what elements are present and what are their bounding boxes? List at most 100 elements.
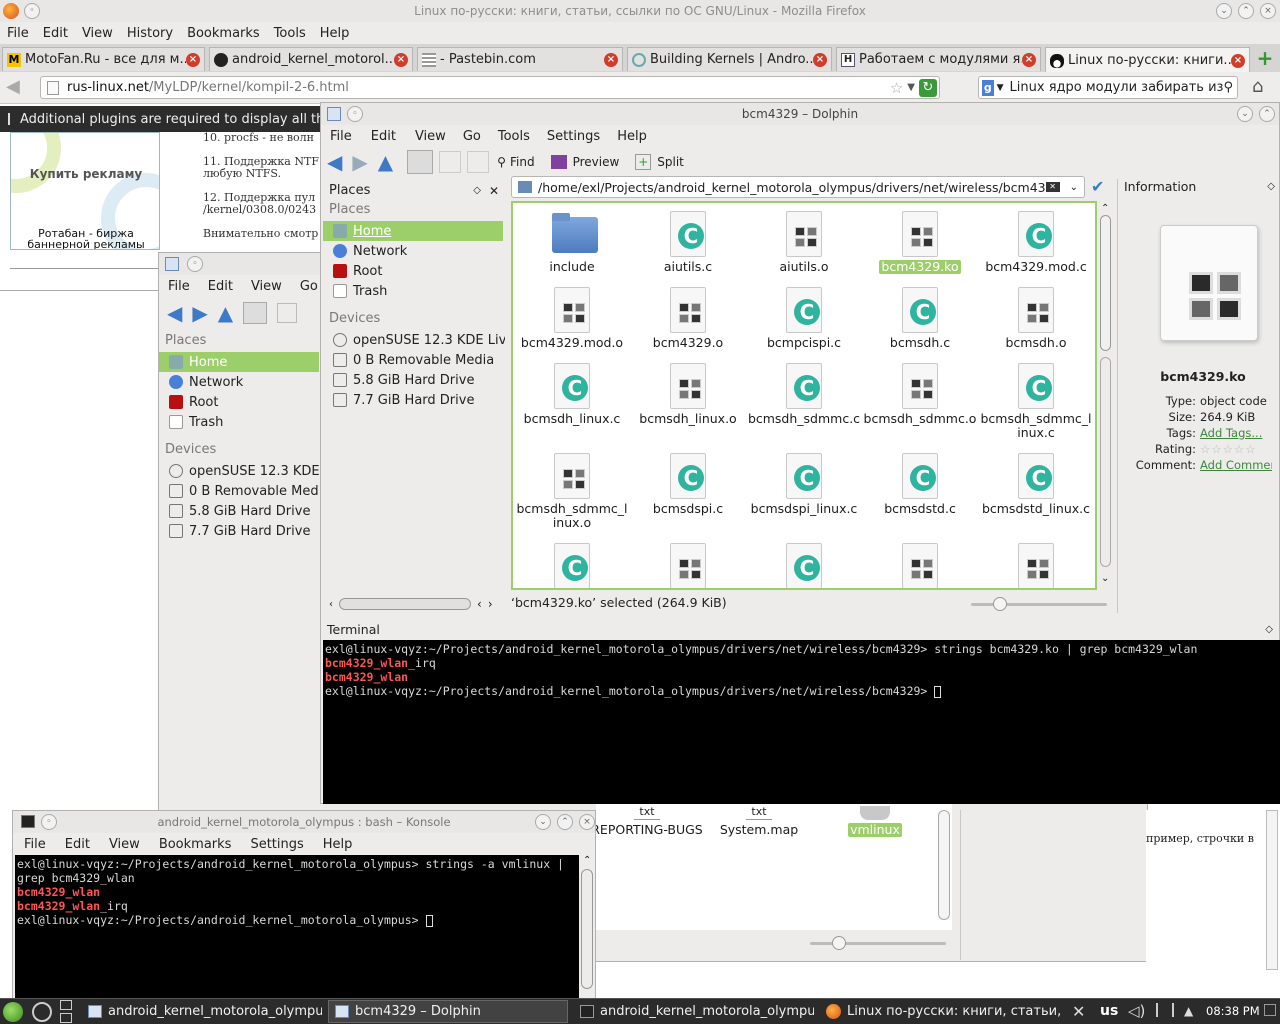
window-menu-button[interactable]: ◦ xyxy=(41,814,57,830)
scroll-left-icon[interactable]: ‹ xyxy=(477,597,482,611)
menu-file[interactable]: File xyxy=(159,279,199,294)
menu-bookmarks[interactable]: Bookmarks xyxy=(180,26,267,41)
dolphin-terminal[interactable]: exl@linux-vqyz:~/Projects/android_kernel… xyxy=(323,640,1280,804)
menu-view[interactable]: View xyxy=(403,129,453,144)
close-button[interactable]: × xyxy=(1260,3,1276,19)
place-home[interactable]: Home xyxy=(159,352,319,372)
window-menu-button[interactable]: ◦ xyxy=(187,256,203,272)
new-tab-button[interactable]: + xyxy=(1256,48,1274,68)
task-firefox[interactable]: Linux по-русски: книги, статьи, с xyxy=(820,1000,1060,1023)
file-item[interactable]: bcmsdh_sdmmc.o xyxy=(863,363,977,426)
add-tags-link[interactable]: Add Tags... xyxy=(1200,425,1262,441)
scroll-handle[interactable] xyxy=(581,869,593,989)
status-zoom-slider[interactable] xyxy=(971,597,1107,611)
location-dropdown-icon[interactable]: ⌄ xyxy=(1070,182,1078,193)
ad-banner[interactable]: Купить рекламу Ротабан - биржа баннерной… xyxy=(10,132,160,250)
details-view-icon[interactable] xyxy=(467,151,490,173)
menu-help[interactable]: Help xyxy=(313,26,357,41)
window-menu-button[interactable]: ◦ xyxy=(24,3,40,19)
places-hscrollbar[interactable]: ‹ ‹ › xyxy=(329,597,509,611)
file-item[interactable]: Cbcmsdstd_linux.c xyxy=(979,453,1093,516)
minimize-button[interactable]: ⌄ xyxy=(535,814,551,830)
tab-rus-linux[interactable]: Linux по-русски: книги... × xyxy=(1045,47,1250,73)
firefox-scrollbar[interactable] xyxy=(1266,810,1278,970)
minimize-button[interactable]: ⌄ xyxy=(1216,3,1232,19)
file-item[interactable]: Cbcmsdh_sdmmc_linux.c xyxy=(979,363,1093,440)
menu-file[interactable]: File xyxy=(0,26,36,41)
menu-view[interactable]: View xyxy=(242,279,291,294)
menu-help[interactable]: Help xyxy=(607,129,654,144)
tab-close-icon[interactable]: × xyxy=(394,52,408,67)
file-item[interactable] xyxy=(979,543,1093,588)
file-view-scrollbar[interactable]: ⌃ ⌄ xyxy=(1099,201,1113,590)
place-trash[interactable]: Trash xyxy=(159,412,319,432)
menu-history[interactable]: History xyxy=(120,26,180,41)
icons-view-icon[interactable] xyxy=(243,302,268,324)
search-box[interactable]: g ▼ Linux ядро модули забирать из ⚲ xyxy=(978,76,1238,99)
search-engine-dropdown-icon[interactable]: ▼ xyxy=(997,83,1004,93)
zoom-slider[interactable] xyxy=(810,936,946,950)
menu-bookmarks[interactable]: Bookmarks xyxy=(147,837,239,852)
konsole-scrollbar[interactable]: ⌃ xyxy=(579,855,595,999)
back-arrow-icon[interactable]: ◀ xyxy=(167,301,182,325)
device-hdd-7-7[interactable]: 7.7 GiB Hard Drive xyxy=(323,390,505,410)
panel-toolbox-icon[interactable] xyxy=(1264,1004,1276,1016)
clear-location-icon[interactable]: ✕ xyxy=(1045,182,1060,192)
file-item[interactable]: C xyxy=(747,543,861,588)
file-item[interactable]: vmlinux xyxy=(818,806,932,837)
file-item[interactable]: Cbcmpcispi.c xyxy=(747,287,861,350)
panel-options-icon[interactable]: ◇ xyxy=(1267,181,1275,192)
tab-building-kernels[interactable]: Building Kernels | Andro... × xyxy=(627,47,832,71)
place-trash[interactable]: Trash xyxy=(323,281,505,301)
tab-close-icon[interactable]: × xyxy=(604,52,618,67)
plugin-notification-bar[interactable]: Additional plugins are required to displ… xyxy=(0,106,320,132)
tab-close-icon[interactable]: × xyxy=(813,52,827,67)
file-item[interactable]: Cbcmsdspi.c xyxy=(631,453,745,516)
tab-habr[interactable]: H Работаем с модулями я... × xyxy=(836,47,1041,71)
scroll-right-icon[interactable]: › xyxy=(488,597,493,611)
place-network[interactable]: Network xyxy=(323,241,505,261)
file-item[interactable]: Cbcmsdh.c xyxy=(863,287,977,350)
device-removable[interactable]: 0 B Removable Media xyxy=(159,481,319,501)
file-item[interactable]: bcm4329.ko xyxy=(863,211,977,274)
tray-expand-icon[interactable]: ▲ xyxy=(1184,1004,1193,1018)
file-item[interactable]: txt REPORTING-BUGS xyxy=(582,806,712,837)
scroll-down-icon[interactable]: ⌄ xyxy=(1101,573,1109,584)
back-arrow-icon[interactable]: ◀ xyxy=(327,150,342,174)
file-item[interactable]: txt System.map xyxy=(702,806,816,837)
google-icon[interactable]: g xyxy=(982,79,994,96)
keyboard-layout[interactable]: us xyxy=(1100,1003,1118,1019)
menu-edit[interactable]: Edit xyxy=(36,26,75,41)
tab-close-icon[interactable]: × xyxy=(1022,52,1036,67)
device-hdd-7-7[interactable]: 7.7 GiB Hard Drive xyxy=(159,521,319,541)
url-dropdown-icon[interactable]: ▼ xyxy=(907,82,915,93)
tab-github[interactable]: android_kernel_motorol... × xyxy=(209,47,413,71)
menu-edit[interactable]: Edit xyxy=(359,129,403,144)
menu-settings[interactable]: Settings xyxy=(238,837,310,852)
preview-button[interactable]: Preview xyxy=(573,155,620,169)
place-root[interactable]: Root xyxy=(323,261,505,281)
app-launcher-icon[interactable] xyxy=(3,1002,23,1022)
activities-icon[interactable] xyxy=(32,1002,52,1022)
location-path[interactable]: /home/exl/Projects/android_kernel_motoro… xyxy=(538,180,1046,195)
maximize-button[interactable]: ⌃ xyxy=(1259,106,1275,122)
menu-help[interactable]: Help xyxy=(311,837,360,852)
place-network[interactable]: Network xyxy=(159,372,319,392)
rating-stars[interactable]: ☆☆☆☆☆ xyxy=(1200,441,1257,457)
device-opensuse[interactable]: openSUSE 12.3 KDE Li xyxy=(159,461,319,481)
url-bar[interactable]: rus-linux.net/MyLDP/kernel/kompil-2-6.ht… xyxy=(40,76,940,99)
find-button[interactable]: Find xyxy=(510,155,535,169)
battery-icon[interactable] xyxy=(1156,1003,1174,1017)
scroll-handle[interactable] xyxy=(1100,215,1111,351)
tab-close-icon[interactable]: × xyxy=(1231,53,1245,68)
home-icon[interactable]: ⌂ xyxy=(1252,78,1272,98)
close-button[interactable]: × xyxy=(579,814,595,830)
panel-close-icon[interactable]: ✕ xyxy=(489,184,499,198)
minimize-button[interactable]: ⌄ xyxy=(1237,106,1253,122)
window-menu-button[interactable]: ◦ xyxy=(347,106,363,122)
file-item[interactable]: Cbcm4329.mod.c xyxy=(979,211,1093,274)
bookmark-star-icon[interactable]: ☆ xyxy=(890,79,903,97)
device-removable[interactable]: 0 B Removable Media xyxy=(323,350,505,370)
place-root[interactable]: Root xyxy=(159,392,319,412)
volume-icon[interactable]: ◁) xyxy=(1128,1002,1145,1020)
